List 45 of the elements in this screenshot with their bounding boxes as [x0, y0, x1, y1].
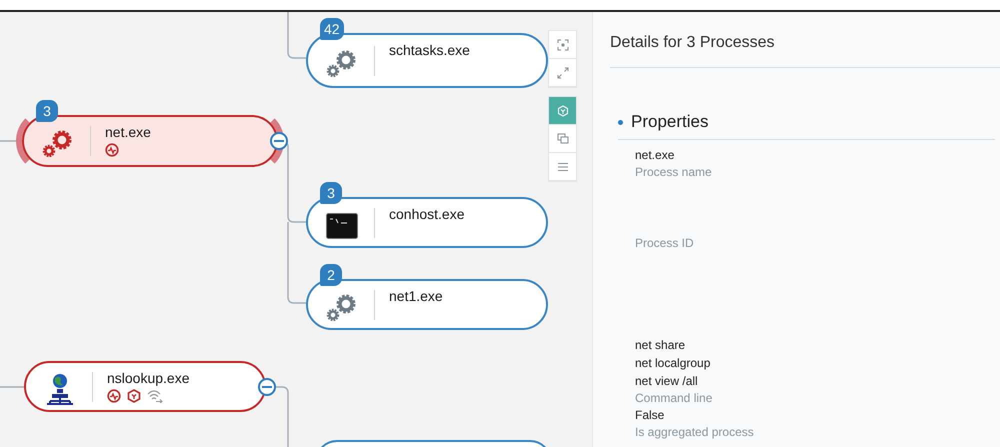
property-value: net share [635, 337, 686, 354]
minus-icon [262, 386, 272, 388]
collapse-button[interactable] [270, 132, 288, 150]
connector-line [274, 386, 289, 447]
section-title: Properties [631, 112, 708, 132]
console-icon [326, 212, 358, 238]
panel-title: Details for 3 Processes [610, 34, 776, 53]
property-label: Command line [635, 390, 714, 406]
wireless-icon [147, 389, 163, 403]
pulse-alert-icon [107, 389, 121, 403]
hexagon-icon [556, 104, 568, 116]
process-node[interactable]: schtasks.exe [306, 33, 548, 88]
property-value: False [635, 407, 666, 424]
hexagon-alert-icon [127, 389, 141, 403]
process-node[interactable]: net1.exe [306, 279, 548, 330]
property-label: Process name [635, 164, 713, 180]
bullet-icon [618, 120, 623, 124]
process-node[interactable]: nslookup.exe [24, 361, 266, 412]
process-name: schtasks.exe [389, 42, 470, 58]
hexagon-button[interactable] [549, 97, 576, 125]
property-label: Process ID [635, 235, 695, 251]
count-badge: 3 [36, 100, 58, 122]
count-badge: 42 [320, 18, 344, 40]
process-name: net.exe [105, 124, 151, 140]
minus-icon [274, 140, 284, 142]
pulse-alert-icon [105, 143, 119, 157]
process-node[interactable]: net.exe [22, 115, 278, 167]
copy-icon [556, 132, 568, 144]
property-value: net.exe [635, 147, 676, 164]
process-name: nslookup.exe [107, 370, 190, 386]
property-value: net view /all [635, 373, 699, 390]
property-label: Is aggregated process [635, 424, 755, 440]
connector-line [287, 12, 306, 59]
focus-icon [556, 38, 568, 50]
connector-line [0, 386, 24, 388]
process-name: conhost.exe [389, 206, 464, 222]
collapse-button[interactable] [258, 378, 276, 396]
count-badge: 3 [320, 182, 342, 204]
expand-icon [556, 66, 568, 78]
globe-network-icon [46, 372, 74, 406]
count-badge: 2 [320, 264, 342, 286]
process-node[interactable]: conhost.exe [306, 197, 548, 248]
list-icon [556, 160, 568, 172]
property-value: net localgroup [635, 355, 712, 372]
process-name: net1.exe [389, 288, 443, 304]
